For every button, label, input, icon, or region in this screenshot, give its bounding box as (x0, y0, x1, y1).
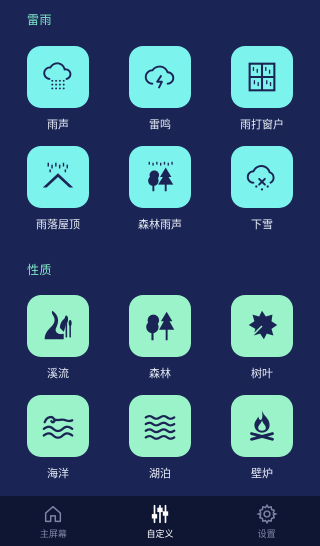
tile-label: 下雪 (251, 218, 273, 231)
tile-stream[interactable]: 溪流 (7, 295, 109, 395)
thunder-cloud-icon (129, 46, 191, 108)
bottom-tab-bar: 主屏幕 自定义 设置 (0, 496, 320, 546)
sliders-icon (151, 504, 169, 523)
tab-home[interactable]: 主屏幕 (3, 503, 103, 540)
thunderstorm-grid: 雨声 雷鸣 雨打窗户 雨落屋顶 森林雨声 下雪 (0, 46, 320, 246)
tile-label: 树叶 (251, 367, 273, 380)
tile-label: 海洋 (47, 467, 69, 480)
tile-rain-roof[interactable]: 雨落屋顶 (7, 146, 109, 246)
gear-icon (256, 503, 278, 524)
tab-custom-label: 自定义 (146, 529, 174, 540)
tile-ocean[interactable]: 海洋 (7, 395, 109, 495)
home-icon (45, 505, 62, 522)
tile-thunder[interactable]: 雷鸣 (109, 46, 211, 146)
tile-leaves[interactable]: 树叶 (211, 295, 313, 395)
tile-label: 森林雨声 (138, 218, 182, 231)
tab-custom[interactable]: 自定义 (110, 503, 210, 540)
tile-rain-window[interactable]: 雨打窗户 (211, 46, 313, 146)
lake-icon (129, 395, 191, 457)
tab-settings-label: 设置 (257, 529, 276, 540)
tab-home-label: 主屏幕 (39, 529, 67, 540)
nature-grid: 溪流 森林 树叶 海洋 湖泊 壁炉 (0, 295, 320, 495)
section-title-nature: 性质 (27, 263, 53, 277)
fireplace-icon (231, 395, 293, 457)
rain-roof-icon (27, 146, 89, 208)
tile-snow[interactable]: 下雪 (211, 146, 313, 246)
stream-icon (27, 295, 89, 357)
tile-label: 湖泊 (149, 467, 171, 480)
tile-forest[interactable]: 森林 (109, 295, 211, 395)
tile-lake[interactable]: 湖泊 (109, 395, 211, 495)
tab-settings[interactable]: 设置 (217, 503, 317, 540)
tile-label: 壁炉 (251, 467, 273, 480)
tile-label: 雨声 (47, 118, 69, 131)
forest-icon (129, 295, 191, 357)
snow-cloud-icon (231, 146, 293, 208)
forest-rain-icon (129, 146, 191, 208)
rain-window-icon (231, 46, 293, 108)
tile-label: 溪流 (47, 367, 69, 380)
tile-label: 雷鸣 (149, 118, 171, 131)
rain-cloud-icon (27, 46, 89, 108)
leaf-icon (231, 295, 293, 357)
section-title-thunderstorm: 雷雨 (27, 13, 53, 27)
app-screen: 雷雨 雨声 雷鸣 雨打窗户 雨落屋顶 森林雨声 下雪 性质 溪流 森林 树叶 海… (0, 0, 320, 546)
tile-label: 雨打窗户 (240, 118, 284, 131)
tile-fireplace[interactable]: 壁炉 (211, 395, 313, 495)
tile-rain[interactable]: 雨声 (7, 46, 109, 146)
tile-label: 雨落屋顶 (36, 218, 80, 231)
ocean-icon (27, 395, 89, 457)
tile-forest-rain[interactable]: 森林雨声 (109, 146, 211, 246)
tile-label: 森林 (149, 367, 171, 380)
